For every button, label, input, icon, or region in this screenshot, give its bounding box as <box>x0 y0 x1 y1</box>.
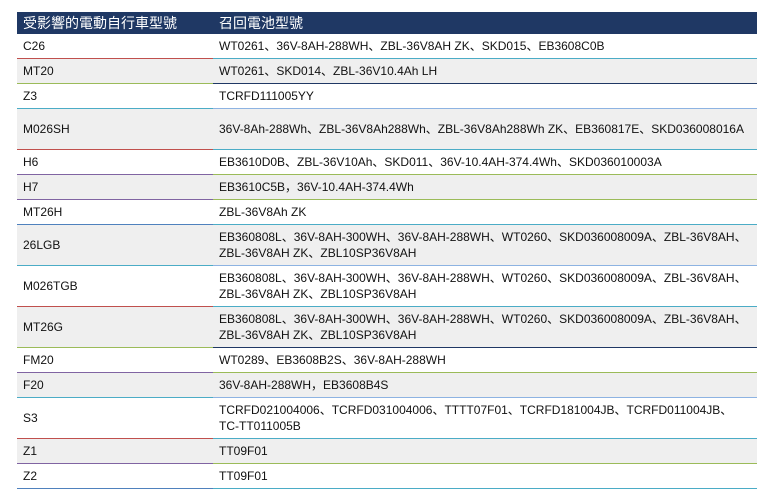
model-cell: MT26H <box>17 199 213 225</box>
battery-cell: EB360808L、36V-8AH-300WH、36V-8AH-288WH、WT… <box>213 265 757 307</box>
header-battery: 召回電池型號 <box>213 12 757 34</box>
model-cell: F20 <box>17 372 213 398</box>
table-row: H7 EB3610C5B，36V-10.4AH-374.4Wh <box>17 174 757 200</box>
table-row: Z3 TCRFD111005YY <box>17 83 757 109</box>
model-cell: C26 <box>17 34 213 59</box>
model-cell: Z2 <box>17 463 213 489</box>
battery-cell: EB360808L、36V-8AH-300WH、36V-8AH-288WH、WT… <box>213 224 757 266</box>
battery-cell: EB360808L、36V-8AH-300WH、36V-8AH-288WH、WT… <box>213 306 757 348</box>
table-row: FM20 WT0289、EB3608B2S、36V-8AH-288WH <box>17 347 757 373</box>
recall-table-container: 受影響的電動自行車型號 召回電池型號 C26 WT0261、36V-8AH-28… <box>17 12 757 489</box>
table-header-row: 受影響的電動自行車型號 召回電池型號 <box>17 12 757 34</box>
header-model: 受影響的電動自行車型號 <box>17 12 213 34</box>
battery-cell: WT0261、36V-8AH-288WH、ZBL-36V8AH ZK、SKD01… <box>213 34 757 59</box>
model-cell: Z3 <box>17 83 213 109</box>
table-row: MT26H ZBL-36V8Ah ZK <box>17 199 757 225</box>
battery-cell: TCRFD111005YY <box>213 83 757 109</box>
table-row: M026TGB EB360808L、36V-8AH-300WH、36V-8AH-… <box>17 265 757 307</box>
battery-cell: WT0289、EB3608B2S、36V-8AH-288WH <box>213 347 757 373</box>
model-cell: 26LGB <box>17 224 213 266</box>
table-row: MT20 WT0261、SKD014、ZBL-36V10.4Ah LH <box>17 58 757 84</box>
battery-cell: WT0261、SKD014、ZBL-36V10.4Ah LH <box>213 58 757 84</box>
battery-cell: ZBL-36V8Ah ZK <box>213 199 757 225</box>
battery-cell: 36V-8Ah-288Wh、ZBL-36V8Ah288Wh、ZBL-36V8Ah… <box>213 108 757 150</box>
model-cell: MT26G <box>17 306 213 348</box>
table-row: MT26G EB360808L、36V-8AH-300WH、36V-8AH-28… <box>17 306 757 348</box>
model-cell: S3 <box>17 397 213 439</box>
table-row: C26 WT0261、36V-8AH-288WH、ZBL-36V8AH ZK、S… <box>17 34 757 59</box>
table-row: M026SH 36V-8Ah-288Wh、ZBL-36V8Ah288Wh、ZBL… <box>17 108 757 150</box>
model-cell: M026TGB <box>17 265 213 307</box>
battery-cell: EB3610C5B，36V-10.4AH-374.4Wh <box>213 174 757 200</box>
battery-cell: TT09F01 <box>213 463 757 489</box>
table-row: H6 EB3610D0B、ZBL-36V10Ah、SKD011、36V-10.4… <box>17 149 757 175</box>
table-row: F20 36V-8AH-288WH，EB3608B4S <box>17 372 757 398</box>
model-cell: FM20 <box>17 347 213 373</box>
battery-cell: 36V-8AH-288WH，EB3608B4S <box>213 372 757 398</box>
recall-table: 受影響的電動自行車型號 召回電池型號 C26 WT0261、36V-8AH-28… <box>17 12 757 489</box>
model-cell: Z1 <box>17 438 213 464</box>
battery-cell: EB3610D0B、ZBL-36V10Ah、SKD011、36V-10.4AH-… <box>213 149 757 175</box>
table-row: 26LGB EB360808L、36V-8AH-300WH、36V-8AH-28… <box>17 224 757 266</box>
battery-cell: TT09F01 <box>213 438 757 464</box>
table-row: S3 TCRFD021004006、TCRFD031004006、TTTT07F… <box>17 397 757 439</box>
model-cell: H6 <box>17 149 213 175</box>
table-row: Z1 TT09F01 <box>17 438 757 464</box>
model-cell: M026SH <box>17 108 213 150</box>
model-cell: MT20 <box>17 58 213 84</box>
table-row: Z2 TT09F01 <box>17 463 757 489</box>
battery-cell: TCRFD021004006、TCRFD031004006、TTTT07F01、… <box>213 397 757 439</box>
model-cell: H7 <box>17 174 213 200</box>
